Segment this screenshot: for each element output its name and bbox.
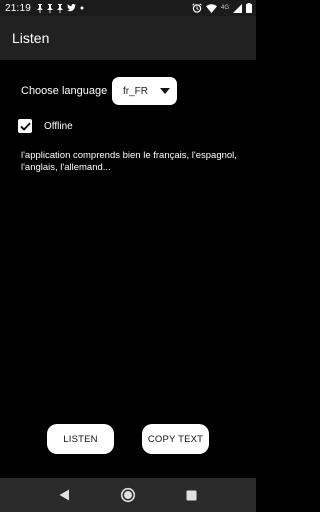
twitter-icon (67, 4, 77, 12)
wifi-icon (205, 3, 217, 13)
pin-icon (57, 3, 64, 13)
status-time: 21:19 (5, 2, 32, 14)
offline-row: Offline (18, 119, 73, 133)
network-type: 4G (220, 5, 229, 11)
alarm-icon (192, 3, 202, 13)
checkmark-icon (19, 122, 31, 131)
dropdown-caret-icon (160, 88, 170, 94)
app-bar: Listen (0, 16, 256, 60)
pin-icon (47, 3, 54, 13)
language-dropdown[interactable]: fr_FR (112, 77, 177, 105)
status-bar: 21:19 4G (0, 0, 256, 16)
recents-icon[interactable] (183, 487, 199, 503)
navigation-bar (0, 478, 256, 512)
language-label: Choose language (21, 85, 108, 97)
dot-icon (80, 6, 84, 10)
app-title: Listen (12, 30, 50, 46)
language-row: Choose language fr_FR (21, 77, 177, 105)
signal-icon (233, 3, 242, 13)
screen: 21:19 4G Listen Choose language fr_FR Of… (0, 0, 256, 512)
info-text: l'application comprends bien le français… (21, 150, 237, 173)
offline-checkbox[interactable] (18, 119, 32, 133)
battery-icon (246, 3, 252, 13)
system-icons: 4G (192, 0, 252, 16)
notification-icons (37, 3, 84, 13)
listen-button[interactable]: LISTEN (47, 424, 114, 454)
back-icon[interactable] (56, 487, 72, 503)
pin-icon (37, 3, 44, 13)
copy-text-button[interactable]: COPY TEXT (142, 424, 209, 454)
home-icon[interactable] (120, 487, 136, 503)
language-selected-value: fr_FR (123, 85, 148, 97)
offline-label: Offline (44, 120, 73, 132)
